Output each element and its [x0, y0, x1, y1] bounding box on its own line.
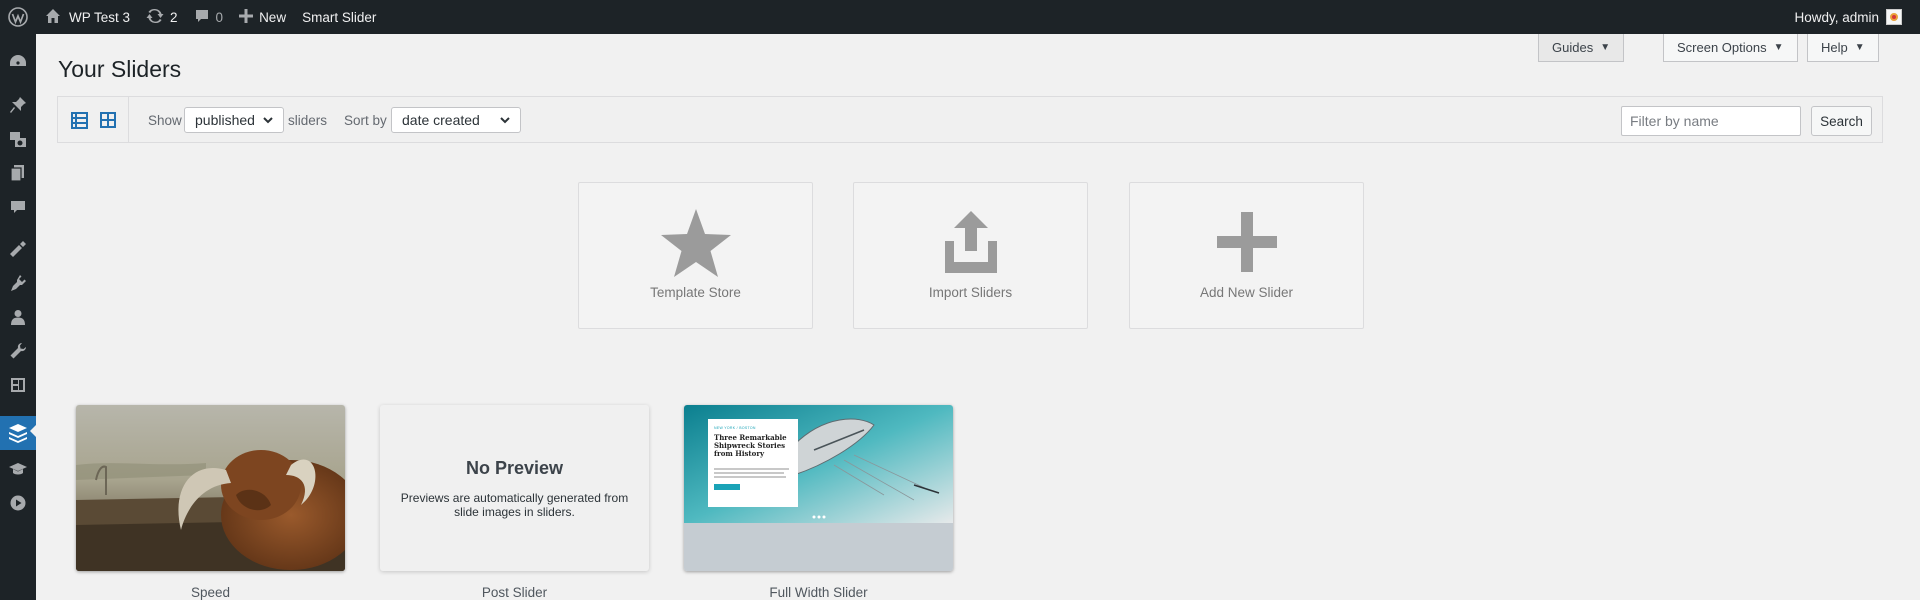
screen-options-button[interactable]: Screen Options ▼	[1663, 34, 1798, 62]
slider-speed-thumbnail[interactable]	[76, 405, 345, 571]
slide-heading: Three Remarkable Shipwreck Stories from …	[714, 433, 787, 458]
highland-cow-image	[76, 405, 345, 571]
chevron-down-icon	[498, 113, 512, 130]
add-new-slider-label: Add New Slider	[1199, 285, 1294, 300]
my-account-link[interactable]: Howdy, admin	[1786, 0, 1910, 34]
no-preview-title: No Preview	[465, 458, 564, 478]
comments-icon[interactable]	[0, 192, 36, 222]
slide-button	[714, 484, 740, 490]
help-label: Help	[1821, 40, 1848, 55]
status-select[interactable]: published	[184, 107, 284, 133]
comments-link[interactable]: 0	[186, 0, 232, 34]
updates-link[interactable]: 2	[138, 0, 186, 34]
tools-icon[interactable]	[0, 336, 36, 366]
sliders-toolbar: Show published sliders Sort by date crea…	[57, 96, 1883, 143]
home-icon	[45, 8, 61, 27]
status-select-value: published	[195, 112, 255, 128]
greeting: Howdy, admin	[1794, 9, 1879, 25]
slider-speed-name[interactable]: Speed	[76, 585, 345, 600]
page-title: Your Sliders	[58, 56, 182, 82]
upload-icon	[854, 211, 1087, 273]
smart-slider-link[interactable]: Smart Slider	[294, 0, 384, 34]
admin-bar: WP Test 3 2 0 New Smart Slider Howdy, ad…	[0, 0, 1920, 34]
plus-icon	[239, 8, 254, 26]
sliders-label: sliders	[288, 113, 328, 128]
slide-text-lines	[714, 468, 792, 478]
slide-caption-card: NEW YORK / BOSTON Three Remarkable Shipw…	[708, 419, 798, 507]
chevron-down-icon	[261, 113, 275, 130]
template-store-card[interactable]: Template Store	[578, 182, 813, 329]
appearance-icon[interactable]	[0, 234, 36, 264]
admin-sidebar	[0, 34, 37, 600]
slider-post-slider-thumbnail[interactable]: No Preview Previews are automatically ge…	[380, 405, 649, 571]
list-view-icon[interactable]	[68, 109, 90, 131]
slide-kicker: NEW YORK / BOSTON	[714, 426, 756, 430]
updates-count: 2	[170, 9, 178, 25]
new-label: New	[259, 9, 287, 25]
template-store-label: Template Store	[650, 285, 741, 300]
sort-select[interactable]: date created	[391, 107, 521, 133]
search-button[interactable]: Search	[1811, 106, 1872, 136]
filter-by-name-input[interactable]	[1621, 106, 1801, 136]
help-button[interactable]: Help ▼	[1807, 34, 1879, 62]
star-icon	[579, 208, 812, 278]
import-sliders-label: Import Sliders	[928, 285, 1013, 300]
comments-icon	[194, 8, 210, 27]
caret-down-icon: ▼	[1600, 42, 1611, 53]
slider-post-slider-name[interactable]: Post Slider	[380, 585, 649, 600]
caret-down-icon: ▼	[1854, 42, 1865, 53]
caret-down-icon: ▼	[1773, 42, 1784, 53]
media-icon[interactable]	[0, 124, 36, 154]
guides-label: Guides	[1552, 40, 1594, 55]
comments-count: 0	[215, 9, 224, 25]
plus-icon	[1130, 212, 1363, 272]
play-icon[interactable]	[0, 488, 36, 518]
site-name: WP Test 3	[69, 9, 131, 25]
import-sliders-card[interactable]: Import Sliders	[853, 182, 1088, 329]
pages-icon[interactable]	[0, 158, 36, 188]
wordpress-logo-icon[interactable]	[0, 0, 37, 34]
slider-full-width-name[interactable]: Full Width Slider	[684, 585, 953, 600]
sort-select-value: date created	[402, 112, 480, 128]
add-new-slider-card[interactable]: Add New Slider	[1129, 182, 1364, 329]
show-label: Show	[148, 113, 182, 128]
toolbar-divider	[128, 97, 129, 142]
site-name-link[interactable]: WP Test 3	[37, 0, 138, 34]
plugins-icon[interactable]	[0, 268, 36, 298]
sort-by-label: Sort by	[344, 113, 387, 128]
settings-icon[interactable]	[0, 370, 36, 400]
avatar	[1886, 9, 1902, 25]
guides-button[interactable]: Guides ▼	[1538, 34, 1625, 62]
education-icon[interactable]	[0, 454, 36, 484]
screen-options-label: Screen Options	[1677, 40, 1767, 55]
dashboard-icon[interactable]	[0, 46, 36, 76]
new-content-link[interactable]: New	[231, 0, 294, 34]
smart-slider-icon[interactable]	[0, 416, 37, 450]
smart-slider-label: Smart Slider	[302, 9, 377, 25]
slider-full-width-thumbnail[interactable]: NEW YORK / BOSTON Three Remarkable Shipw…	[684, 405, 953, 571]
users-icon[interactable]	[0, 302, 36, 332]
no-preview-text: Previews are automatically generated fro…	[400, 491, 629, 519]
pin-icon[interactable]	[0, 90, 36, 120]
updates-icon	[146, 7, 164, 28]
grid-view-icon[interactable]	[97, 109, 119, 131]
